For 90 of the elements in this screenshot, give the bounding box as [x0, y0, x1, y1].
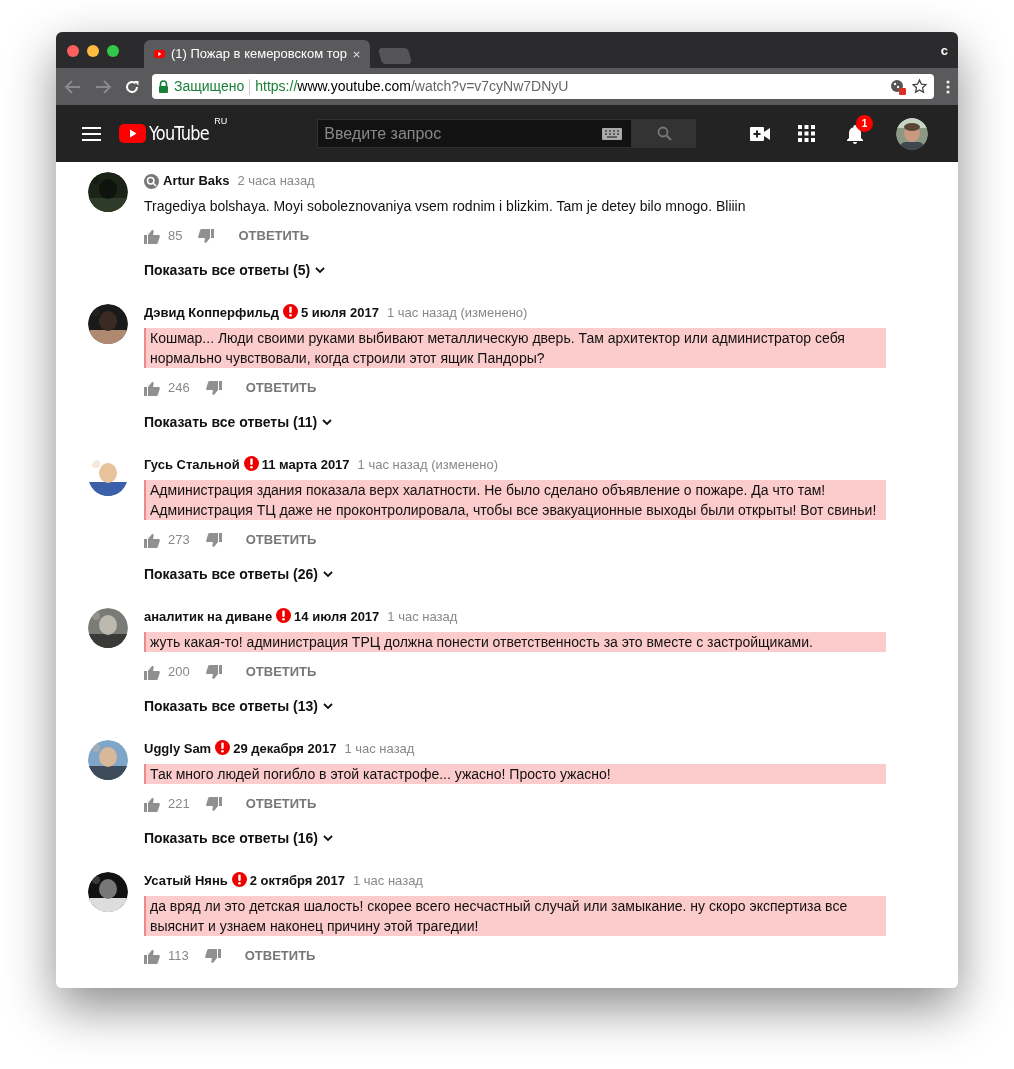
author-name[interactable]: аналитик на диване	[144, 607, 273, 627]
thumbs-down-icon[interactable]	[205, 664, 222, 680]
warning-icon	[231, 871, 247, 887]
comment-time[interactable]: 2 часа назад	[237, 171, 315, 191]
thumbs-up-icon[interactable]	[144, 532, 160, 548]
video-camera-plus-icon[interactable]	[750, 126, 770, 141]
warning-icon	[282, 303, 298, 319]
minimize-window-button[interactable]	[87, 45, 99, 57]
comment-text: Tragediya bolshaya. Moyi soboleznovaniya vsem rodnim i blizkim. Tam je detey bilo mnogo. Bliiin	[144, 197, 747, 216]
chevron-down-icon	[322, 418, 333, 426]
comment-text: Кошмар... Люди своими руками выбивают металлическую дверь. Там архитектор или администратор себя нормально чувствовали, когда строили этот ящик Пандоры?	[144, 328, 886, 368]
reply-button[interactable]: ОТВЕТИТЬ	[237, 530, 325, 550]
warning-icon	[243, 455, 259, 471]
menu-icon[interactable]	[946, 79, 950, 94]
like-count: 200	[168, 663, 190, 682]
reply-button[interactable]: ОТВЕТИТЬ	[237, 662, 325, 682]
like-count: 221	[168, 795, 190, 814]
url-text: https://www.youtube.com/watch?v=v7cyNw7DNyU	[255, 77, 569, 96]
search-icon	[656, 126, 672, 141]
like-count: 85	[168, 227, 183, 246]
profile-label[interactable]: c	[940, 40, 948, 60]
comment-time[interactable]: 1 час назад	[352, 871, 423, 891]
author-name[interactable]: Гусь Стальной	[144, 455, 240, 475]
notification-badge: 1	[856, 114, 873, 132]
thumbs-up-icon[interactable]	[144, 948, 160, 964]
close-icon[interactable]	[352, 49, 360, 59]
thumbs-down-icon[interactable]	[205, 796, 222, 812]
thumbs-up-icon[interactable]	[144, 228, 160, 244]
thumbs-down-icon[interactable]	[205, 532, 222, 548]
logo-text: YouTube	[149, 121, 209, 147]
menu-icon[interactable]	[82, 126, 101, 141]
thumbs-down-icon[interactable]	[205, 380, 222, 396]
show-replies-button[interactable]: Показать все ответы (11)	[144, 410, 333, 434]
tab-title: (1) Пожар в кемеровском тор	[170, 45, 347, 64]
author-name[interactable]: Artur Baks	[163, 171, 230, 191]
address-field[interactable]: Защищено https://www.youtube.com/watch?v=v7cyNw7DNyU	[152, 74, 934, 99]
blocked-cookie-icon[interactable]	[890, 78, 906, 95]
chevron-down-icon	[322, 570, 333, 578]
search-field[interactable]: Введите запрос	[317, 119, 633, 148]
show-replies-button[interactable]: Показать все ответы (13)	[144, 694, 333, 718]
comment-time[interactable]: 1 час назад	[387, 607, 458, 627]
like-count: 113	[168, 947, 189, 966]
post-date: 2 октября 2017	[249, 872, 345, 891]
comment-text: Администрация здания показала верх халатности. Не было сделано объявление о пожаре. Да что там! Администрация ТЦ даже не проконтролировала, чтобы все эвакуационные выходы были открыты! Вот свиньи!	[144, 480, 886, 520]
chevron-down-icon	[322, 702, 333, 710]
bookmark-star-icon[interactable]	[911, 78, 928, 95]
reload-icon[interactable]	[124, 78, 140, 95]
author-name[interactable]: Дэвид Копперфильд	[144, 303, 279, 323]
thumbs-down-icon[interactable]	[198, 228, 215, 244]
show-replies-button[interactable]: Показать все ответы (5)	[144, 258, 326, 282]
thumbs-up-icon[interactable]	[144, 380, 160, 396]
zoom-window-button[interactable]	[107, 45, 119, 57]
keyboard-icon[interactable]	[602, 128, 623, 140]
comment-text: жуть какая-то! администрация ТРЦ должна понести ответственность за это вместе с застройщиками.	[144, 632, 886, 652]
secure-label: Защищено	[174, 77, 245, 96]
apps-grid-icon[interactable]	[798, 125, 815, 142]
thumbs-down-icon[interactable]	[204, 948, 221, 964]
like-count: 273	[168, 531, 190, 550]
thumbs-up-icon[interactable]	[144, 796, 160, 812]
search-badge-icon	[144, 173, 159, 189]
post-date: 5 июля 2017	[300, 304, 379, 323]
like-count: 246	[168, 379, 190, 398]
chevron-down-icon	[315, 266, 326, 274]
author-name[interactable]: Усатый Нянь	[144, 871, 228, 891]
show-replies-button[interactable]: Показать все ответы (16)	[144, 826, 333, 850]
comment-text: да вряд ли это детская шалость! скорее всего несчастный случай или замыкание. ну скоро экспертиза все выяснит и узнаем наконец причину этой трагедии!	[144, 896, 886, 936]
author-name[interactable]: Uggly Sam	[144, 739, 212, 759]
browser-tab[interactable]: (1) Пожар в кемеровском тор	[144, 40, 370, 68]
warning-icon	[215, 739, 231, 755]
reply-button[interactable]: ОТВЕТИТЬ	[237, 794, 325, 814]
reply-button[interactable]: ОТВЕТИТЬ	[237, 378, 325, 398]
comment-text: Так много людей погибло в этой катастрофе... ужасно! Просто ужасно!	[144, 764, 886, 784]
post-date: 11 марта 2017	[261, 456, 350, 475]
bell-icon[interactable]	[846, 123, 864, 144]
chevron-down-icon	[322, 834, 333, 842]
reply-button[interactable]: ОТВЕТИТЬ	[236, 946, 324, 966]
post-date: 29 декабря 2017	[233, 740, 337, 759]
show-replies-button[interactable]: Показать все ответы (26)	[144, 562, 333, 586]
play-logo-icon	[119, 124, 146, 143]
post-date: 14 июля 2017	[294, 608, 380, 627]
comment-time[interactable]: 1 час назад	[344, 739, 415, 759]
search-button[interactable]	[632, 119, 697, 148]
lock-icon	[158, 80, 169, 93]
comment-time[interactable]: 1 час назад (изменено)	[357, 455, 499, 475]
thumbs-up-icon[interactable]	[144, 664, 160, 680]
video-play-icon	[154, 49, 165, 59]
warning-icon	[276, 607, 292, 623]
comment-time[interactable]: 1 час назад (изменено)	[386, 303, 528, 323]
close-window-button[interactable]	[67, 45, 79, 57]
reply-button[interactable]: ОТВЕТИТЬ	[230, 226, 318, 246]
